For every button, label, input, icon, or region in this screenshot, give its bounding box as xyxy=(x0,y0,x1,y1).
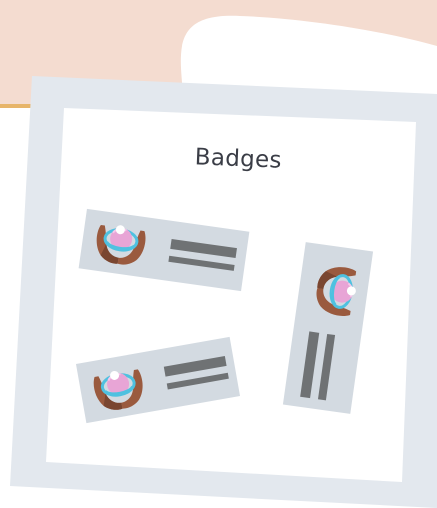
badges-card: Badges xyxy=(10,76,437,508)
badges-illustration: Badges xyxy=(0,0,437,508)
illustration: Badges xyxy=(0,0,437,508)
card-title: Badges xyxy=(194,144,282,173)
